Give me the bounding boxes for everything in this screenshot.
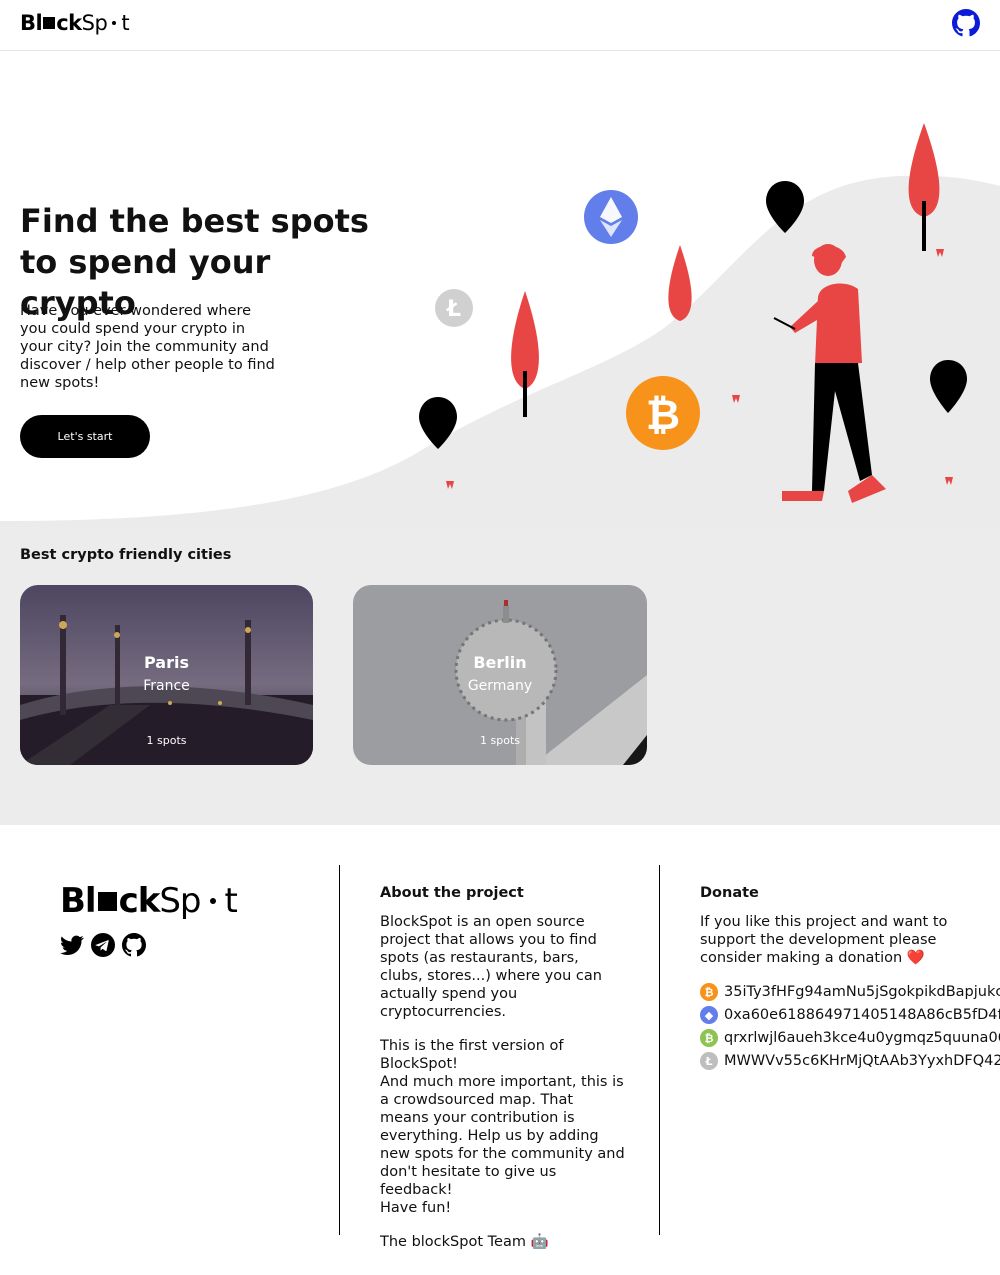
about-text: BlockSpot is an open source project that…	[380, 913, 625, 1267]
logo-part-2: ck	[56, 11, 82, 35]
logo-part-3: Sp	[81, 11, 108, 35]
address-text: qrxrlwjl6aueh3kce4u0ygmqz5quuna06g0	[724, 1030, 1000, 1046]
city-name: Berlin	[473, 653, 527, 672]
city-spots-count: 1 spots	[480, 734, 520, 747]
litecoin-icon: Ł	[700, 1052, 718, 1070]
donate-address-ltc[interactable]: Ł MWWVv55c6KHrMjQtAAb3YyxhDFQ42uCF	[700, 1051, 1000, 1071]
donate-address-btc[interactable]: ₿ 35iTy3fHFg94amNu5jSgokpikdBapjukck	[700, 982, 1000, 1002]
footer-divider	[659, 865, 660, 1235]
logo-part-1: Bl	[60, 881, 97, 921]
donate-address-bch[interactable]: ₿ qrxrlwjl6aueh3kce4u0ygmqz5quuna06g0	[700, 1028, 1000, 1048]
donate-address-eth[interactable]: ◆ 0xa60e618864971405148A86cB5fD4fD6c3	[700, 1005, 1000, 1025]
logo-part-4: t	[121, 11, 130, 35]
bitcoin-cash-icon: ₿	[700, 1029, 718, 1047]
footer-divider	[339, 865, 340, 1235]
lets-start-button[interactable]: Let's start	[20, 415, 150, 458]
about-title: About the project	[380, 885, 524, 901]
logo-part-4: t	[224, 881, 238, 921]
telegram-icon[interactable]	[91, 933, 115, 957]
hero-section: Ł ₿ Find the best spots to spend your cr…	[0, 51, 1000, 527]
bitcoin-icon: ₿	[700, 983, 718, 1001]
github-icon[interactable]	[952, 9, 980, 37]
social-links	[60, 933, 146, 957]
about-signature: The blockSpot Team 🤖	[380, 1234, 549, 1250]
cities-title: Best crypto friendly cities	[20, 547, 232, 563]
footer-logo[interactable]: Bl ck Sp t	[60, 881, 238, 921]
svg-text:Ł: Ł	[446, 297, 461, 322]
city-country: Germany	[467, 678, 533, 694]
svg-text:₿: ₿	[646, 390, 680, 439]
city-card-berlin[interactable]: Berlin Germany 1 spots	[353, 585, 647, 765]
logo-square	[97, 891, 117, 911]
header: Bl ck Sp t	[0, 0, 1000, 51]
logo-square	[43, 17, 56, 29]
cities-section: Best crypto friendly cities Paris France…	[0, 527, 1000, 825]
donate-title: Donate	[700, 885, 759, 901]
address-text: 35iTy3fHFg94amNu5jSgokpikdBapjukck	[724, 984, 1000, 1000]
city-card-paris[interactable]: Paris France 1 spots	[20, 585, 313, 765]
city-spots-count: 1 spots	[146, 734, 187, 747]
logo-part-1: Bl	[20, 11, 43, 35]
logo-dot	[112, 21, 117, 25]
hero-description: Have you ever wondered where you could s…	[20, 303, 275, 391]
about-paragraph-2: This is the first version of BlockSpot! …	[380, 1038, 625, 1216]
city-name: Paris	[144, 653, 189, 672]
about-paragraph-1: BlockSpot is an open source project that…	[380, 914, 602, 1020]
github-icon[interactable]	[122, 933, 146, 957]
address-text: MWWVv55c6KHrMjQtAAb3YyxhDFQ42uCF	[724, 1053, 1000, 1069]
logo-part-3: Sp	[159, 881, 201, 921]
address-text: 0xa60e618864971405148A86cB5fD4fD6c3	[724, 1007, 1000, 1023]
footer: Bl ck Sp t About the project BlockSpot is a…	[0, 825, 1000, 1275]
ethereum-icon: ◆	[700, 1006, 718, 1024]
logo-dot	[209, 898, 216, 904]
logo-part-2: ck	[118, 881, 161, 921]
donate-text: If you like this project and want to sup…	[700, 914, 948, 966]
twitter-icon[interactable]	[60, 933, 84, 957]
city-country: France	[143, 678, 190, 694]
logo[interactable]: Bl ck Sp t	[20, 11, 130, 35]
